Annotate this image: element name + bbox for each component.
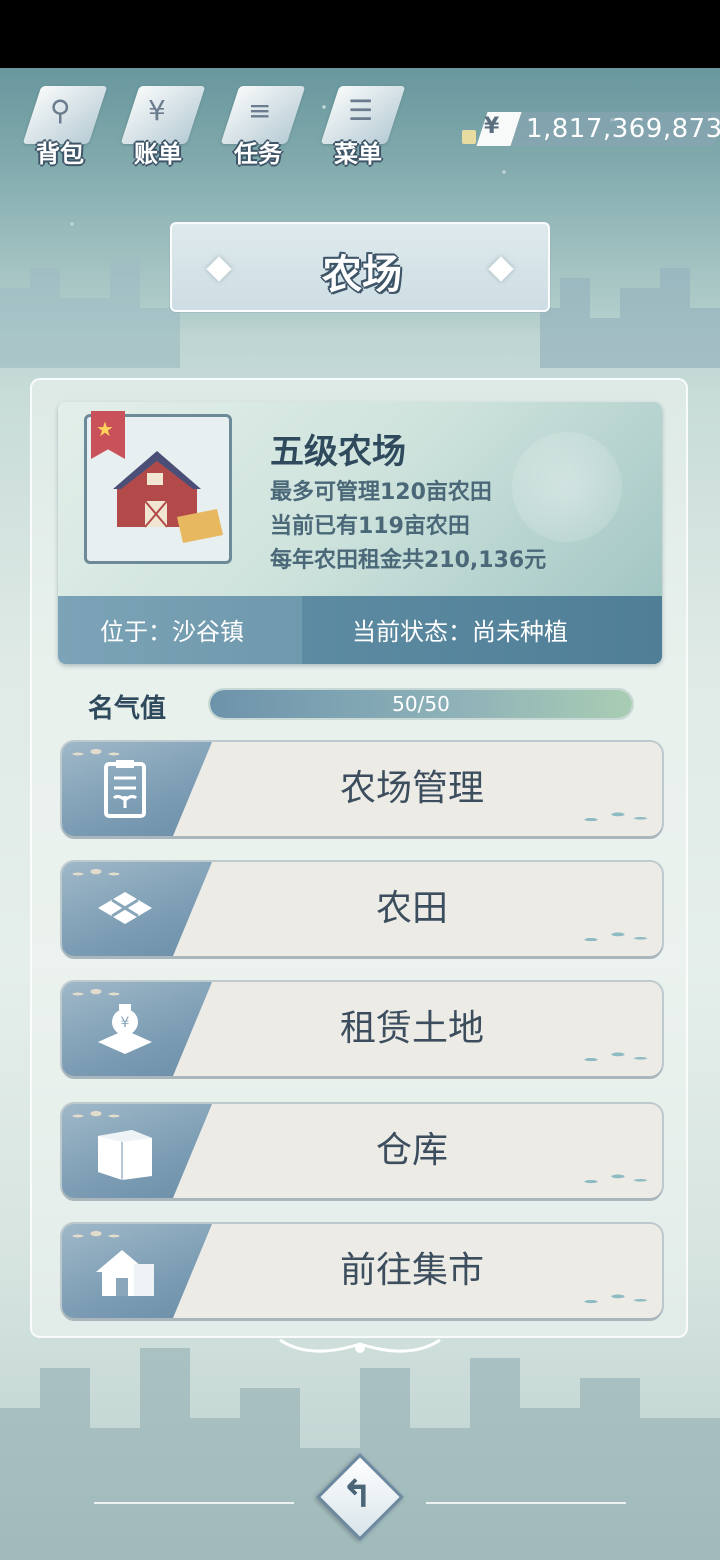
farm-capacity-text: 最多可管理120亩农田 xyxy=(270,480,492,505)
yen-icon: ¥ xyxy=(484,114,500,139)
farmland-label: 农田 xyxy=(375,888,448,929)
warehouse-label: 仓库 xyxy=(375,1130,448,1171)
money-display: ¥ 1,817,369,873 xyxy=(462,112,720,148)
status-bar xyxy=(0,0,720,68)
house-icon xyxy=(96,1250,154,1296)
bottom-line-left xyxy=(94,1502,294,1504)
nav-bill-label: 账单 xyxy=(134,140,182,168)
nav-bag-label: 背包 xyxy=(36,140,84,168)
leaf-decoration xyxy=(564,1286,654,1312)
farmland-button[interactable]: 农田 xyxy=(62,862,662,956)
farm-thumbnail: ★ xyxy=(84,411,232,564)
clipboard-icon xyxy=(104,760,146,818)
nav-task-label: 任务 xyxy=(234,140,282,168)
go-to-market-button[interactable]: 前往集市 xyxy=(62,1224,662,1318)
svg-text:¥: ¥ xyxy=(121,1015,130,1031)
box-icon xyxy=(98,1130,152,1180)
fame-progress-bar: 50/50 xyxy=(208,688,634,720)
money-bag-icon: ¥ xyxy=(98,1004,152,1054)
menu-glyph: ☰ xyxy=(348,94,374,127)
farm-info-card: ★ 五级农场 最多可管理120亩农田 当前已有119亩农田 每年农田租金共210… xyxy=(58,402,662,664)
bill-glyph: ¥ xyxy=(148,94,166,127)
bag-glyph: ⚲ xyxy=(50,94,71,127)
warehouse-button[interactable]: 仓库 xyxy=(62,1104,662,1198)
leaf-decoration xyxy=(564,924,654,950)
nav-bag-button[interactable]: ⚲ 背包 xyxy=(14,76,108,168)
leaf-decoration xyxy=(564,1166,654,1192)
farm-owned-text: 当前已有119亩农田 xyxy=(270,514,470,539)
ornament-divider xyxy=(279,1338,441,1353)
go-to-market-label: 前往集市 xyxy=(339,1250,484,1291)
nav-menu-button[interactable]: ☰ 菜单 xyxy=(312,76,406,168)
back-button[interactable]: ↰ xyxy=(315,1452,405,1542)
fame-progress-text: 50/50 xyxy=(392,692,450,716)
nav-task-button[interactable]: ≡ 任务 xyxy=(212,76,306,168)
farm-management-button[interactable]: 农场管理 xyxy=(62,742,662,836)
leaf-decoration xyxy=(564,1044,654,1070)
task-glyph: ≡ xyxy=(248,94,272,127)
farm-management-label: 农场管理 xyxy=(339,768,484,809)
page-title-plaque: 农场 xyxy=(170,222,550,312)
coin-icon xyxy=(462,130,476,144)
farm-level-title: 五级农场 xyxy=(270,432,406,472)
page-title: 农场 xyxy=(322,252,402,298)
back-arrow-icon: ↰ xyxy=(341,1472,373,1516)
nav-menu-label: 菜单 xyxy=(334,140,382,168)
fame-label: 名气值 xyxy=(88,694,167,724)
lease-land-button[interactable]: ¥ 租赁土地 xyxy=(62,982,662,1076)
bottom-line-right xyxy=(426,1502,626,1504)
field-icon xyxy=(98,892,152,924)
farm-location: 位于：沙谷镇 xyxy=(100,618,244,646)
lease-land-label: 租赁土地 xyxy=(339,1008,484,1049)
flower-decoration xyxy=(512,432,622,542)
nav-bill-button[interactable]: ¥ 账单 xyxy=(112,76,206,168)
leaf-decoration xyxy=(564,804,654,830)
farm-rent-text: 每年农田租金共210,136元 xyxy=(270,548,547,573)
money-amount: 1,817,369,873 xyxy=(526,114,720,144)
farm-status: 当前状态：尚未种植 xyxy=(352,618,568,646)
star-icon: ★ xyxy=(96,417,114,441)
